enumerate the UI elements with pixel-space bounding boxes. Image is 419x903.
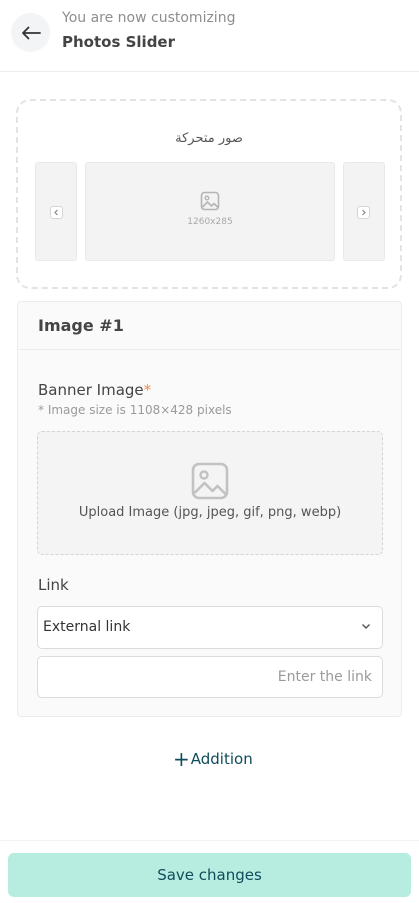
save-changes-button[interactable]: Save changes [8, 853, 411, 897]
previous-slide-button[interactable] [50, 206, 63, 219]
upload-instructions: Upload Image (jpg, jpeg, gif, png, webp) [78, 505, 342, 520]
next-slide [343, 162, 385, 261]
next-slide-button[interactable] [357, 206, 370, 219]
top-bar: You are now customizing Photos Slider [0, 0, 419, 72]
panel-header: Image #1 [18, 302, 401, 350]
image-placeholder-icon [191, 462, 229, 500]
banner-image-label: Banner Image* [38, 381, 151, 399]
image-item-panel: Image #1 Banner Image* * Image size is 1… [17, 301, 402, 717]
link-type-value: External link [43, 619, 131, 635]
chevron-right-icon [362, 209, 366, 216]
chevron-left-icon [54, 209, 58, 216]
previous-slide [35, 162, 77, 261]
add-image-button[interactable]: + Addition [173, 748, 253, 770]
page-title: Photos Slider [62, 33, 175, 51]
link-type-select[interactable]: External link [37, 606, 383, 649]
link-label: Link [38, 576, 69, 594]
image-placeholder-icon [200, 191, 220, 211]
image-item-title: Image #1 [38, 316, 124, 335]
chevron-down-icon [362, 624, 370, 629]
back-button[interactable] [11, 13, 50, 52]
image-upload-dropzone[interactable]: Upload Image (jpg, jpeg, gif, png, webp) [37, 431, 383, 555]
link-url-input[interactable] [37, 656, 383, 698]
plus-icon: + [173, 747, 190, 771]
required-mark: * [143, 381, 152, 399]
customizing-caption: You are now customizing [62, 10, 236, 26]
arrow-left-icon [21, 26, 41, 39]
slider-preview: صور متحركة 1260x285 [16, 99, 402, 289]
footer-bar: Save changes [0, 840, 419, 903]
image-size-hint: * Image size is 1108×428 pixels [38, 403, 232, 417]
preview-title: صور متحركة [175, 131, 243, 146]
banner-image-label-text: Banner Image [38, 381, 144, 399]
add-image-label: Addition [190, 750, 253, 768]
current-slide: 1260x285 [85, 162, 335, 261]
slide-image-size: 1260x285 [187, 217, 233, 227]
